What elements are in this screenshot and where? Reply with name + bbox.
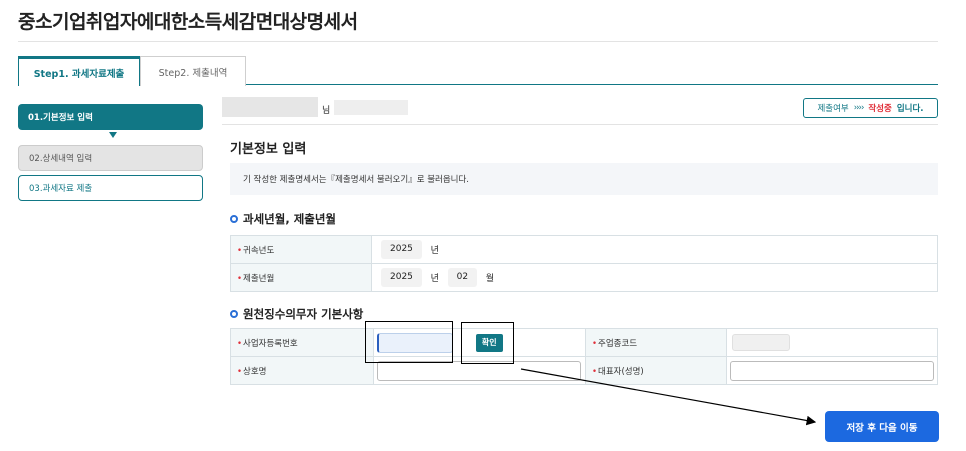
withholder-table: •사업자등록번호 확인 •주업종코드 •상호명 •대표자(성명) [230, 328, 938, 385]
industry-code-label: •주업종코드 [585, 328, 727, 357]
submit-month-unit: 월 [485, 274, 495, 284]
table-row: •제출년월 2025 년 02 월 [230, 263, 938, 292]
table-row: •귀속년도 2025 년 [230, 235, 938, 264]
step-basic-info[interactable]: 01.기본정보 입력 [18, 104, 203, 130]
load-info-text: 기 작성한 제출명세서는『제출명세서 불러오기』로 불러옵니다. [243, 175, 470, 185]
submission-status-badge: 제출여부 ›››› 작성중 입니다. [803, 98, 938, 118]
required-mark: • [237, 245, 243, 256]
required-mark: • [237, 273, 243, 284]
circle-bullet-icon [230, 215, 238, 223]
period-table: •귀속년도 2025 년 •제출년월 2025 년 02 월 [230, 235, 938, 292]
belong-year-label: •귀속년도 [230, 235, 372, 264]
header-divider [222, 124, 938, 125]
industry-code-field [732, 334, 790, 351]
status-arrows: ›››› [853, 103, 865, 113]
load-info-box: 기 작성한 제출명세서는『제출명세서 불러오기』로 불러옵니다. [230, 163, 938, 195]
belong-year-unit: 년 [430, 246, 439, 256]
biz-no-label: •사업자등록번호 [230, 328, 374, 357]
section-period-title: 과세년월, 제출년월 [230, 211, 336, 227]
submit-month-label: •제출년월 [230, 263, 372, 292]
biz-no-highlight-box [365, 321, 453, 363]
status-state: 작성중 [868, 104, 892, 114]
circle-bullet-icon [230, 310, 238, 318]
save-next-button[interactable]: 저장 후 다음 이동 [825, 411, 939, 442]
required-mark: • [237, 366, 243, 377]
representative-label: •대표자(성명) [585, 356, 727, 385]
company-name-label: •상호명 [230, 356, 374, 385]
submit-year-unit: 년 [430, 274, 439, 284]
confirm-highlight-box [461, 322, 514, 364]
user-name-redacted [222, 97, 318, 117]
step-detail-input[interactable]: 02.상세내역 입력 [18, 145, 203, 171]
page-title: 중소기업취업자에대한소득세감면대상명세서 [18, 11, 358, 33]
basic-info-title: 기본정보 입력 [230, 142, 307, 157]
status-prefix: 제출여부 [817, 104, 849, 114]
belong-year-cell: 2025 년 [371, 235, 938, 264]
user-info-redacted [334, 100, 408, 115]
section-period-title-text: 과세년월, 제출년월 [243, 212, 337, 226]
belong-year-value[interactable]: 2025 [381, 240, 422, 259]
tab-step2-submission-history[interactable]: Step2. 제출내역 [140, 56, 246, 86]
step-down-arrow-icon [109, 132, 117, 138]
section-withholder-title: 원천징수의무자 기본사항 [230, 306, 363, 322]
required-mark: • [592, 338, 598, 349]
representative-cell [726, 356, 938, 385]
submit-year-value[interactable]: 2025 [381, 268, 422, 287]
required-mark: • [237, 338, 243, 349]
industry-code-cell [726, 328, 938, 357]
required-mark: • [592, 366, 598, 377]
step-tax-submit[interactable]: 03.과세자료 제출 [18, 175, 203, 201]
user-honorific: 님 [322, 106, 331, 116]
table-row: •사업자등록번호 확인 •주업종코드 [230, 328, 938, 357]
status-suffix: 입니다. [896, 104, 924, 114]
representative-input[interactable] [730, 360, 934, 381]
tab-step1-tax-submission[interactable]: Step1. 과세자료제출 [18, 56, 140, 86]
table-row: •상호명 •대표자(성명) [230, 356, 938, 385]
title-divider [18, 41, 938, 42]
section-withholder-title-text: 원천징수의무자 기본사항 [243, 307, 364, 321]
submit-month-cell: 2025 년 02 월 [371, 263, 938, 292]
tab-bar: Step1. 과세자료제출 Step2. 제출내역 [18, 56, 938, 86]
submit-month-value[interactable]: 02 [447, 268, 478, 287]
